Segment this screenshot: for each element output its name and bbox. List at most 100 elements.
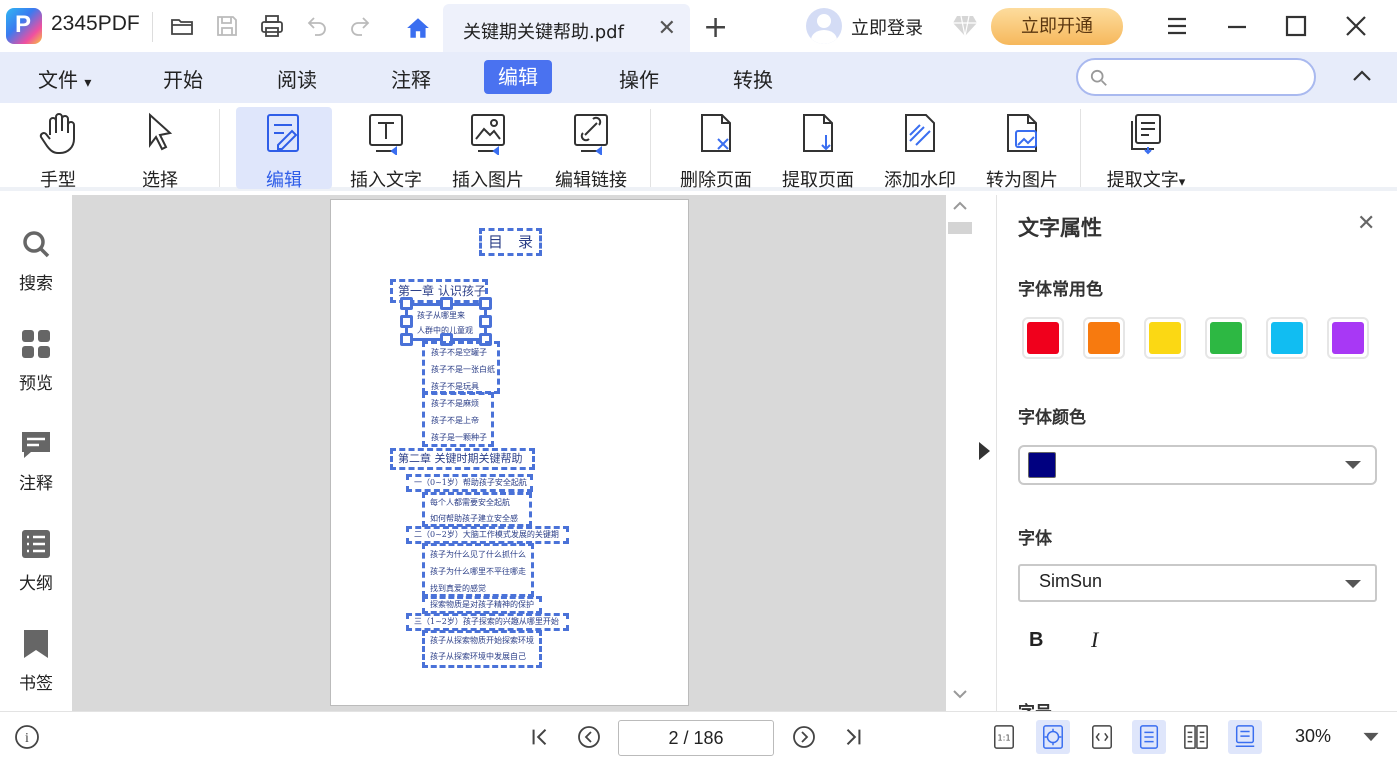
sidebar-item-outline[interactable]: 大纲 bbox=[0, 527, 72, 594]
font-color-preview bbox=[1028, 452, 1056, 478]
vip-open-button[interactable]: 立即开通 bbox=[991, 8, 1123, 45]
resize-handle[interactable] bbox=[400, 315, 413, 328]
save-icon[interactable] bbox=[212, 12, 242, 40]
menu-edit[interactable]: 编辑 bbox=[484, 60, 552, 94]
menu-convert[interactable]: 转换 bbox=[733, 64, 773, 93]
edit-link-button[interactable]: 编辑链接 bbox=[549, 107, 633, 191]
undo-icon[interactable] bbox=[302, 12, 332, 40]
resize-handle[interactable] bbox=[400, 333, 413, 346]
select-tool-button[interactable]: 选择 bbox=[120, 107, 200, 191]
redo-icon[interactable] bbox=[345, 12, 375, 40]
section3-textbox[interactable]: 三（1~2岁）孩子探索的兴趣从哪里开始 bbox=[406, 613, 569, 631]
sidebar-item-annotate[interactable]: 注释 bbox=[0, 427, 72, 494]
maximize-icon[interactable] bbox=[1281, 12, 1311, 40]
vertical-scrollbar[interactable] bbox=[946, 195, 973, 711]
document-canvas[interactable]: 目 录 第一章 认识孩子 孩子从哪里来 人群中的儿童观 孩子不是空罐子 孩子不是… bbox=[72, 195, 946, 711]
zoom-dropdown-icon[interactable] bbox=[1356, 722, 1386, 752]
font-color-select[interactable] bbox=[1018, 445, 1377, 485]
text-block[interactable]: 孩子从探索物质开始探索环境 孩子从探索环境中发展自己 bbox=[422, 630, 542, 668]
text-block[interactable]: 探索物质是对孩子精神的保护 bbox=[422, 596, 542, 614]
toc-title-textbox[interactable]: 目 录 bbox=[479, 228, 542, 256]
cursor-icon bbox=[138, 111, 182, 155]
scroll-up-icon[interactable] bbox=[953, 201, 967, 211]
color-swatch-orange[interactable] bbox=[1083, 317, 1125, 359]
close-panel-icon[interactable]: ✕ bbox=[1357, 211, 1375, 236]
search-input[interactable] bbox=[1114, 66, 1304, 88]
previous-page-icon[interactable] bbox=[574, 722, 604, 752]
new-tab-button[interactable]: + bbox=[703, 10, 728, 45]
info-icon[interactable]: i bbox=[12, 722, 42, 752]
to-image-button[interactable]: 转为图片 bbox=[980, 107, 1064, 191]
zoom-level[interactable]: 30% bbox=[1295, 726, 1331, 747]
italic-button[interactable]: I bbox=[1091, 627, 1098, 653]
edit-tool-button[interactable]: 编辑 bbox=[236, 107, 332, 191]
document-tab[interactable]: 关键期关键帮助.pdf ✕ bbox=[443, 4, 690, 52]
section2-textbox[interactable]: 二（0~2岁）大脑工作模式发展的关键期 bbox=[406, 526, 569, 544]
resize-handle[interactable] bbox=[479, 315, 492, 328]
menu-annotate[interactable]: 注释 bbox=[391, 64, 431, 93]
sidebar-item-preview[interactable]: 预览 bbox=[0, 327, 72, 394]
delete-page-button[interactable]: 删除页面 bbox=[674, 107, 758, 191]
chapter2-textbox[interactable]: 第二章 关键时期关键帮助 bbox=[390, 448, 535, 470]
fit-page-icon[interactable] bbox=[1036, 720, 1070, 754]
pdf-page[interactable]: 目 录 第一章 认识孩子 孩子从哪里来 人群中的儿童观 孩子不是空罐子 孩子不是… bbox=[330, 199, 689, 706]
delete-page-icon bbox=[694, 111, 738, 155]
avatar[interactable] bbox=[806, 8, 842, 44]
last-page-icon[interactable] bbox=[838, 722, 868, 752]
actual-size-icon[interactable]: 1:1 bbox=[987, 720, 1021, 754]
section1-textbox[interactable]: 一（0~1岁）帮助孩子安全起航 bbox=[406, 474, 533, 492]
menu-icon[interactable] bbox=[1162, 12, 1192, 40]
extract-page-button[interactable]: 提取页面 bbox=[776, 107, 860, 191]
home-tab[interactable] bbox=[400, 10, 436, 46]
collapse-ribbon-icon[interactable] bbox=[1350, 64, 1374, 92]
edit-doc-icon bbox=[262, 111, 306, 155]
print-icon[interactable] bbox=[257, 12, 287, 40]
grid-icon bbox=[19, 327, 53, 361]
color-swatch-yellow[interactable] bbox=[1144, 317, 1186, 359]
close-tab-icon[interactable]: ✕ bbox=[658, 16, 676, 41]
open-folder-icon[interactable] bbox=[167, 12, 197, 40]
resize-handle[interactable] bbox=[400, 297, 413, 310]
menu-read[interactable]: 阅读 bbox=[277, 64, 317, 93]
font-family-value: SimSun bbox=[1039, 571, 1103, 591]
menu-operate[interactable]: 操作 bbox=[619, 64, 659, 93]
add-watermark-button[interactable]: 添加水印 bbox=[878, 107, 962, 191]
scrollbar-thumb[interactable] bbox=[948, 222, 972, 234]
continuous-scroll-icon[interactable] bbox=[1228, 720, 1262, 754]
close-window-icon[interactable] bbox=[1341, 12, 1371, 40]
text-block[interactable]: 孩子不是麻烦 孩子不是上帝 孩子是一颗种子 bbox=[422, 392, 494, 447]
insert-image-icon bbox=[466, 111, 510, 155]
color-swatch-purple[interactable] bbox=[1327, 317, 1369, 359]
title-bar: P 2345PDF 关键期关键帮助.pdf ✕ + 立即登录 立即开通 bbox=[0, 0, 1397, 52]
resize-handle[interactable] bbox=[479, 297, 492, 310]
fit-width-icon[interactable] bbox=[1085, 720, 1119, 754]
text-block[interactable]: 孩子不是空罐子 孩子不是一张白纸 孩子不是玩具 bbox=[422, 341, 500, 394]
first-page-icon[interactable] bbox=[525, 722, 555, 752]
resize-handle[interactable] bbox=[440, 297, 453, 310]
scroll-down-icon[interactable] bbox=[953, 689, 967, 699]
menu-file[interactable]: 文件 ▾ bbox=[38, 64, 91, 93]
color-swatch-green[interactable] bbox=[1205, 317, 1247, 359]
next-page-icon[interactable] bbox=[789, 722, 819, 752]
panel-toggle-icon[interactable] bbox=[979, 442, 990, 460]
text-block[interactable]: 孩子为什么见了什么抓什么 孩子为什么哪里不平往哪走 找到真爱的感觉 bbox=[422, 543, 534, 597]
insert-text-button[interactable]: 插入文字 bbox=[344, 107, 428, 191]
sidebar-item-bookmark[interactable]: 书签 bbox=[0, 627, 72, 694]
login-link[interactable]: 立即登录 bbox=[851, 14, 923, 40]
search-icon bbox=[19, 227, 53, 261]
extract-text-button[interactable]: 提取文字▾ bbox=[1098, 107, 1194, 191]
hand-tool-button[interactable]: 手型 bbox=[18, 107, 98, 191]
color-swatch-cyan[interactable] bbox=[1266, 317, 1308, 359]
two-page-icon[interactable] bbox=[1179, 720, 1213, 754]
insert-image-button[interactable]: 插入图片 bbox=[446, 107, 530, 191]
svg-text:i: i bbox=[25, 731, 29, 746]
text-block[interactable]: 每个人都需要安全起航 如何帮助孩子建立安全感 bbox=[422, 492, 532, 527]
font-family-select[interactable]: SimSun bbox=[1018, 564, 1377, 602]
page-number-input[interactable]: 2 / 186 bbox=[618, 720, 774, 756]
bold-button[interactable]: B bbox=[1029, 629, 1043, 652]
menu-start[interactable]: 开始 bbox=[163, 64, 203, 93]
minimize-icon[interactable] bbox=[1222, 12, 1252, 40]
color-swatch-red[interactable] bbox=[1022, 317, 1064, 359]
sidebar-item-search[interactable]: 搜索 bbox=[0, 227, 72, 294]
single-page-icon[interactable] bbox=[1132, 720, 1166, 754]
